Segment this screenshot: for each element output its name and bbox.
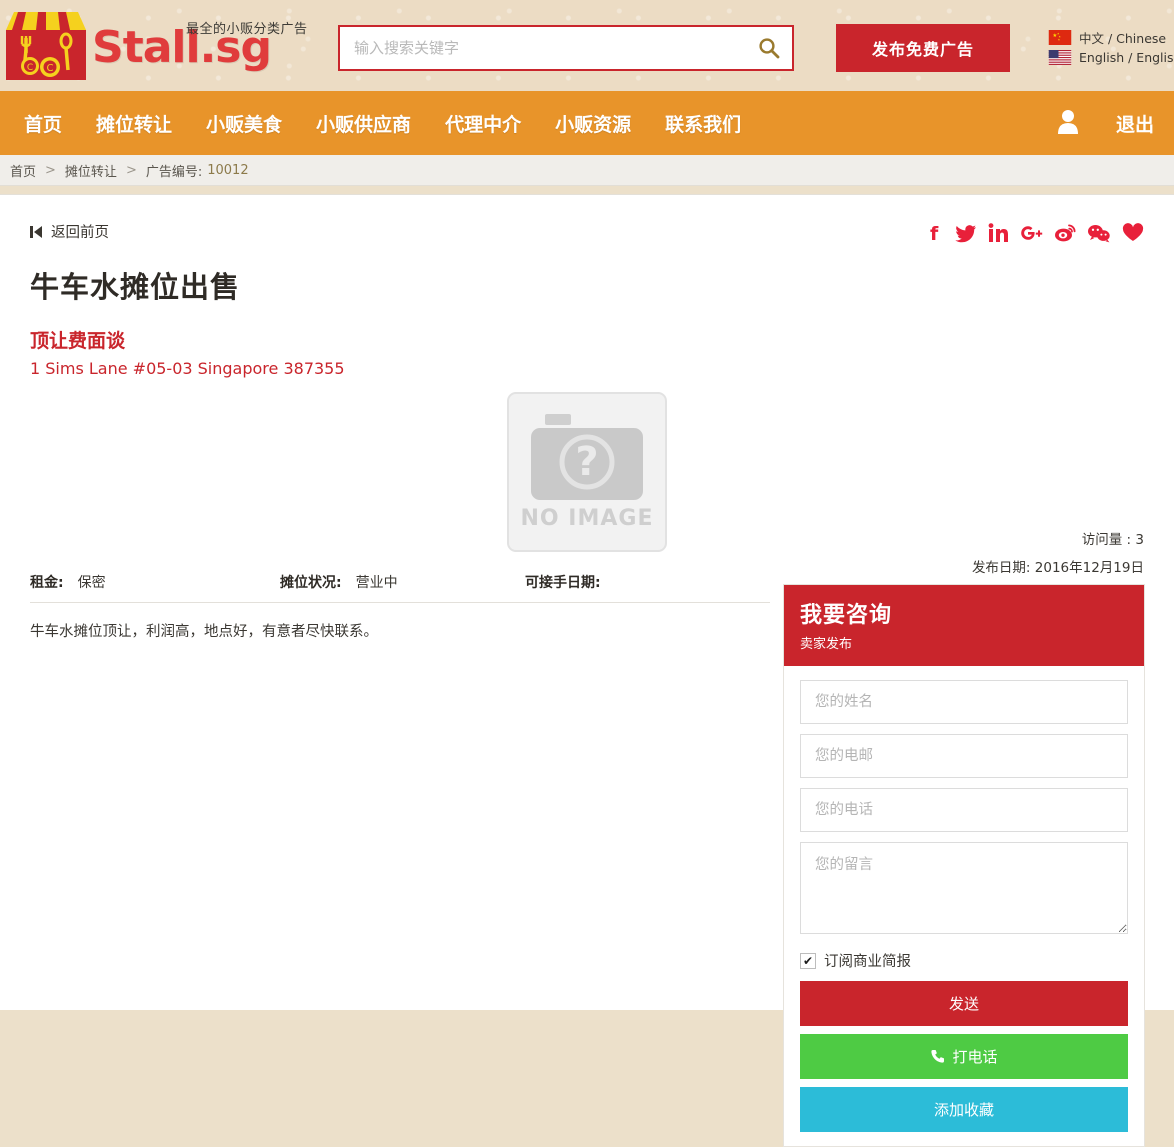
search-box[interactable]: [338, 25, 794, 71]
detail-handover-date: 可接手日期:: [525, 572, 615, 592]
listing-address: 1 Sims Lane #05-03 Singapore 387355: [30, 359, 1174, 378]
post-date: 发布日期: 2016年12月19日: [972, 556, 1144, 576]
breadcrumb-separator-2: >: [126, 163, 137, 178]
twitter-icon[interactable]: [955, 223, 977, 243]
linkedin-icon[interactable]: [988, 223, 1008, 243]
nav-item-suppliers[interactable]: 小贩供应商: [316, 110, 411, 137]
breadcrumb-separator-1: >: [45, 163, 56, 178]
enquiry-panel: 我要咨询 卖家发布 ✔ 订阅商业简报 发送 打电话 添加收藏: [783, 584, 1145, 1147]
svg-text:C: C: [47, 63, 54, 74]
heart-icon[interactable]: [1122, 223, 1144, 243]
language-option-english[interactable]: English / English: [1048, 50, 1174, 65]
listing-page: 返回前页 f: [0, 194, 1174, 1010]
breadcrumb-ad-label: 广告编号:: [146, 161, 202, 180]
nav-item-contact[interactable]: 联系我们: [665, 110, 741, 137]
search-input[interactable]: [340, 27, 746, 69]
user-avatar-icon: [1056, 108, 1080, 134]
social-share-bar: f: [926, 223, 1144, 243]
no-image-placeholder-icon: ? NO IMAGE: [507, 392, 667, 552]
search-button[interactable]: [746, 27, 792, 69]
breadcrumb-section[interactable]: 摊位转让: [65, 161, 117, 180]
nav-right-group: 退出: [1056, 108, 1154, 138]
main-navigation: 首页 摊位转让 小贩美食 小贩供应商 代理中介 小贩资源 联系我们 退出: [0, 91, 1174, 155]
enquiry-title: 我要咨询: [800, 597, 1128, 629]
breadcrumb: 首页 > 摊位转让 > 广告编号: 10012: [0, 155, 1174, 186]
svg-text:C: C: [27, 63, 33, 73]
post-free-ad-button[interactable]: 发布免费广告: [836, 24, 1010, 72]
enquiry-subtitle: 卖家发布: [800, 633, 1128, 652]
add-favorite-button[interactable]: 添加收藏: [800, 1087, 1128, 1132]
nav-item-food[interactable]: 小贩美食: [206, 110, 282, 137]
newsletter-label: 订阅商业简报: [824, 950, 911, 971]
cn-flag-icon: ★ ★ ★ ★: [1048, 30, 1072, 45]
svg-text:?: ?: [575, 439, 598, 485]
enquiry-name-input[interactable]: [800, 680, 1128, 724]
listing-price: 顶让费面谈: [30, 326, 1174, 353]
listing-details-row: 租金: 保密 摊位状况: 营业中 可接手日期:: [30, 572, 770, 603]
svg-text:f: f: [930, 223, 939, 243]
user-icon[interactable]: [1056, 108, 1080, 138]
step-backward-icon: [30, 225, 43, 239]
language-label-chinese: 中文 / Chinese: [1079, 28, 1166, 47]
nav-item-home[interactable]: 首页: [24, 110, 62, 137]
view-count: 访问量 : 3: [972, 528, 1144, 548]
detail-rent-label: 租金:: [30, 572, 64, 592]
send-button-label: 发送: [949, 993, 979, 1014]
back-link-label: 返回前页: [51, 221, 109, 242]
language-option-chinese[interactable]: ★ ★ ★ ★ 中文 / Chinese: [1048, 28, 1174, 47]
nav-item-resources[interactable]: 小贩资源: [555, 110, 631, 137]
enquiry-email-input[interactable]: [800, 734, 1128, 778]
enquiry-header: 我要咨询 卖家发布: [784, 585, 1144, 666]
site-header: C C Stall.sg 最全的小贩分类广告 发布免费广告 ★ ★ ★ ★: [0, 0, 1174, 91]
weibo-icon[interactable]: [1054, 223, 1076, 243]
facebook-icon[interactable]: f: [926, 223, 944, 243]
detail-status-label: 摊位状况:: [280, 572, 342, 592]
breadcrumb-ad-id: 10012: [207, 163, 248, 178]
listing-title: 牛车水摊位出售: [30, 264, 1174, 306]
enquiry-phone-input[interactable]: [800, 788, 1128, 832]
send-button[interactable]: 发送: [800, 981, 1128, 1026]
detail-status-value: 营业中: [356, 572, 398, 592]
detail-rent-value: 保密: [78, 572, 106, 592]
newsletter-row: ✔ 订阅商业简报: [800, 950, 1128, 971]
site-tagline: 最全的小贩分类广告: [186, 18, 308, 37]
detail-handover-label: 可接手日期:: [525, 572, 601, 592]
wechat-icon[interactable]: [1087, 223, 1111, 243]
stall-logo-icon: C C: [4, 8, 88, 84]
nav-item-stalls[interactable]: 摊位转让: [96, 110, 172, 137]
listing-meta: 访问量 : 3 发布日期: 2016年12月19日: [972, 528, 1144, 576]
us-flag-icon: [1048, 50, 1072, 65]
call-button[interactable]: 打电话: [800, 1034, 1128, 1079]
phone-icon: [930, 1049, 945, 1064]
language-label-english: English / English: [1079, 50, 1174, 65]
nav-item-agents[interactable]: 代理中介: [445, 110, 521, 137]
add-favorite-button-label: 添加收藏: [934, 1099, 994, 1120]
breadcrumb-home[interactable]: 首页: [10, 161, 36, 180]
search-icon: [758, 37, 780, 59]
detail-status: 摊位状况: 营业中: [280, 572, 525, 592]
googleplus-icon[interactable]: [1019, 223, 1043, 243]
enquiry-message-textarea[interactable]: [800, 842, 1128, 934]
newsletter-checkbox[interactable]: ✔: [800, 953, 816, 969]
enquiry-form: ✔ 订阅商业简报 发送 打电话 添加收藏: [784, 666, 1144, 1132]
svg-text:NO IMAGE: NO IMAGE: [521, 506, 654, 531]
language-switcher: ★ ★ ★ ★ 中文 / Chinese English / English: [1048, 28, 1174, 68]
logout-link[interactable]: 退出: [1116, 110, 1154, 137]
call-button-label: 打电话: [952, 1046, 997, 1067]
detail-rent: 租金: 保密: [30, 572, 280, 592]
